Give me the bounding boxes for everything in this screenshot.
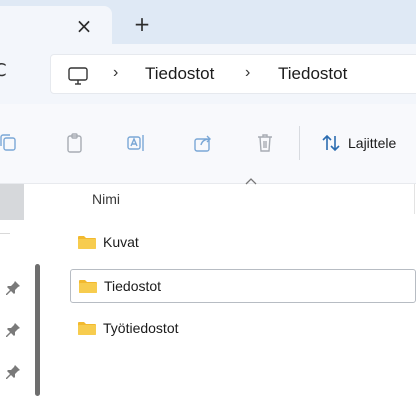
folder-icon [78,322,96,335]
breadcrumb-separator[interactable]: › [113,64,118,82]
list-item[interactable]: Kuvat [70,226,416,260]
paste-icon [67,133,82,153]
folder-icon [78,236,96,249]
list-item-label: Työtiedostot [103,320,179,336]
rename-icon [127,135,144,151]
refresh-button[interactable]: C [0,60,18,88]
copy-icon [0,134,16,151]
list-item[interactable]: Työtiedostot [70,312,416,346]
address-bar[interactable]: › Tiedostot › Tiedostot [50,54,416,94]
nav-divider [0,233,10,234]
pin-icon[interactable] [5,280,21,296]
list-item-label: Kuvat [103,234,139,250]
list-item[interactable]: Tiedostot [70,269,416,303]
share-icon [194,135,211,152]
share-button[interactable] [192,132,214,154]
title-bar: × + [0,0,416,44]
delete-button[interactable] [254,132,276,154]
sort-icon [322,134,340,152]
active-tab[interactable]: × [0,6,112,44]
breadcrumb-item[interactable]: Tiedostot [145,64,214,84]
sort-label: Lajittele [348,135,397,151]
nav-scrollbar[interactable] [35,264,40,396]
folder-icon [79,280,97,293]
nav-item-selected[interactable] [0,184,24,220]
pin-icon[interactable] [5,364,21,380]
column-divider[interactable] [414,184,415,214]
column-header-name[interactable]: Nimi [92,191,120,207]
breadcrumb-item[interactable]: Tiedostot [278,64,347,84]
new-tab-button[interactable]: + [130,12,154,36]
paste-button[interactable] [64,132,86,154]
rename-button[interactable] [126,132,148,154]
monitor-icon[interactable] [67,65,89,87]
navigation-pane [0,184,48,396]
address-row: C › Tiedostot › Tiedostot [0,44,416,104]
delete-icon [258,134,272,152]
pin-icon[interactable] [5,322,21,338]
close-tab-button[interactable]: × [72,14,96,38]
toolbar-divider [299,126,300,160]
command-bar: Lajittele [0,104,416,184]
breadcrumb-separator[interactable]: › [245,64,250,82]
sort-caret-icon [245,178,257,185]
file-list: Nimi Kuvat Tiedostot Työtiedostot [60,178,416,396]
list-item-label: Tiedostot [104,278,162,294]
copy-button[interactable] [0,132,18,154]
